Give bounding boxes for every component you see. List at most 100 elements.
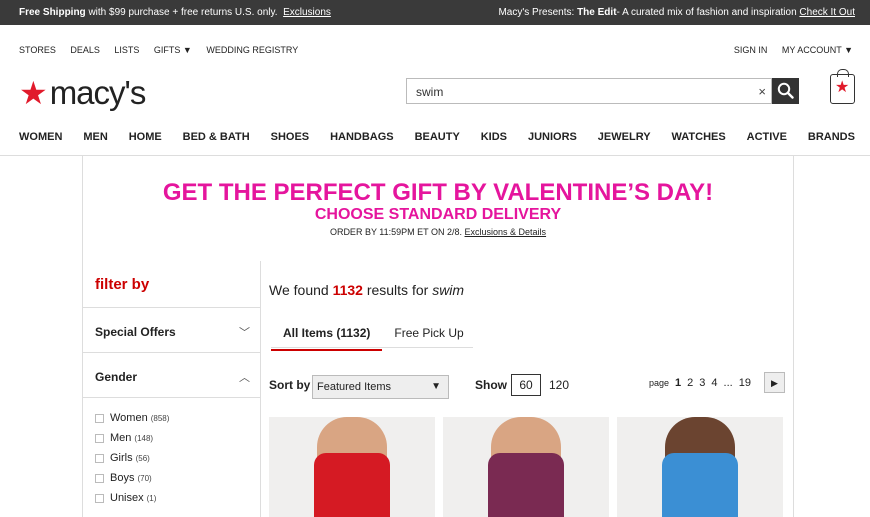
gender-option-boys[interactable]: Boys (70) xyxy=(95,468,169,488)
shipping-text: with $99 purchase + free returns U.S. on… xyxy=(85,7,278,18)
option-label: Boys xyxy=(110,472,135,484)
edit-bold: The Edit xyxy=(577,7,617,18)
lists-link[interactable]: LISTS xyxy=(114,45,139,55)
results-prefix: We found xyxy=(269,282,333,298)
gender-option-unisex[interactable]: Unisex (1) xyxy=(95,488,169,508)
chevron-down-icon: ﹀ xyxy=(239,327,250,339)
nav-home[interactable]: HOME xyxy=(129,131,162,145)
product-card-purple-swimsuit[interactable] xyxy=(443,417,609,517)
filter-by-heading: filter by xyxy=(95,276,150,293)
page-19-link[interactable]: 19 xyxy=(739,377,751,389)
show-label: Show xyxy=(475,378,507,392)
checkbox[interactable] xyxy=(95,473,104,483)
option-count: (70) xyxy=(137,473,152,483)
gifts-menu[interactable]: GIFTS ▼ xyxy=(154,45,192,55)
option-count: (148) xyxy=(134,433,154,443)
show-120-option[interactable]: 120 xyxy=(549,378,569,392)
filter-sidebar: filter by Special Offers ﹀ Gender ︿ Wome… xyxy=(83,261,261,517)
promo-details: ORDER BY 11:59PM ET ON 2/8. Exclusions &… xyxy=(83,227,793,237)
product-image-swimsuit xyxy=(662,453,738,517)
sign-in-link[interactable]: SIGN IN xyxy=(734,45,768,55)
sort-selected-value: Featured Items xyxy=(317,381,391,393)
dropdown-arrow-icon: ▼ xyxy=(431,381,441,392)
logo-wordmark: macy's xyxy=(49,74,147,111)
show-60-option[interactable]: 60 xyxy=(511,374,541,396)
page-label: page xyxy=(649,378,670,388)
search-button[interactable] xyxy=(772,78,799,104)
gender-option-men[interactable]: Men (148) xyxy=(95,428,169,448)
special-offers-facet[interactable]: Special Offers ﹀ xyxy=(95,324,250,340)
nav-shoes[interactable]: SHOES xyxy=(271,131,310,145)
checkbox[interactable] xyxy=(95,453,104,463)
promo-subheadline: CHOOSE STANDARD DELIVERY xyxy=(314,206,562,223)
sort-select[interactable]: Featured Items ▼ xyxy=(312,375,449,399)
results-middle: results for xyxy=(362,282,433,298)
page-4-link[interactable]: 4 xyxy=(711,377,717,389)
nav-juniors[interactable]: JUNIORS xyxy=(528,131,577,145)
stores-link[interactable]: STORES xyxy=(19,45,56,55)
option-count: (56) xyxy=(135,453,150,463)
gender-facet[interactable]: Gender ︿ xyxy=(95,369,250,385)
chevron-up-icon: ︿ xyxy=(239,372,250,384)
nav-beauty[interactable]: BEAUTY xyxy=(415,131,460,145)
sidebar-divider xyxy=(83,352,260,353)
macys-logo[interactable]: ★ macy's xyxy=(19,74,147,111)
edit-message: Macy's Presents: The Edit- A curated mix… xyxy=(498,7,855,18)
search-input[interactable]: swim × xyxy=(406,78,772,104)
deals-link[interactable]: DEALS xyxy=(70,45,100,55)
nav-watches[interactable]: WATCHES xyxy=(672,131,726,145)
option-count: (1) xyxy=(146,493,157,503)
promo-top-bar: Free Shipping with $99 purchase + free r… xyxy=(0,0,870,25)
product-image-swimsuit xyxy=(488,453,564,517)
main-category-nav: WOMEN MEN HOME BED & BATH SHOES HANDBAGS… xyxy=(19,131,855,145)
next-page-button[interactable]: ▶ xyxy=(764,372,785,393)
page-1-link[interactable]: 1 xyxy=(675,377,681,389)
exclusions-details-link[interactable]: Exclusions & Details xyxy=(465,227,547,237)
promo-headline: GET THE PERFECT GIFT BY VALENTINE’S DAY! xyxy=(162,179,714,206)
nav-women[interactable]: WOMEN xyxy=(19,131,62,145)
search-value: swim xyxy=(416,85,444,99)
page-2-link[interactable]: 2 xyxy=(687,377,693,389)
option-label: Girls xyxy=(110,452,133,464)
option-count: (858) xyxy=(150,413,170,423)
main-content: GET THE PERFECT GIFT BY VALENTINE’S DAY!… xyxy=(82,156,794,517)
gender-option-girls[interactable]: Girls (56) xyxy=(95,448,169,468)
results-summary: We found 1132 results for swim xyxy=(269,282,464,298)
nav-brands[interactable]: BRANDS xyxy=(808,131,855,145)
search-icon xyxy=(777,82,794,99)
option-label: Unisex xyxy=(110,492,144,504)
clear-search-icon[interactable]: × xyxy=(758,84,766,99)
my-account-menu[interactable]: MY ACCOUNT ▼ xyxy=(782,45,853,55)
shopping-bag-button[interactable]: ★ xyxy=(830,69,855,104)
nav-handbags[interactable]: HANDBAGS xyxy=(330,131,394,145)
nav-jewelry[interactable]: JEWELRY xyxy=(598,131,651,145)
shipping-message: Free Shipping with $99 purchase + free r… xyxy=(19,7,331,18)
product-card-blue-swimsuit[interactable] xyxy=(617,417,783,517)
checkbox[interactable] xyxy=(95,433,104,443)
option-label: Women xyxy=(110,412,148,424)
sort-by-label: Sort by xyxy=(269,378,311,392)
nav-kids[interactable]: KIDS xyxy=(481,131,507,145)
nav-bed-bath[interactable]: BED & BATH xyxy=(183,131,250,145)
exclusions-link[interactable]: Exclusions xyxy=(283,7,331,18)
product-card-red-swimsuit[interactable] xyxy=(269,417,435,517)
sidebar-divider xyxy=(83,307,260,308)
results-count: 1132 xyxy=(332,282,363,298)
promo-order-by: ORDER BY 11:59PM ET ON 2/8. xyxy=(329,227,462,237)
checkbox[interactable] xyxy=(95,493,104,503)
checkbox[interactable] xyxy=(95,413,104,423)
page-3-link[interactable]: 3 xyxy=(699,377,705,389)
star-icon: ★ xyxy=(19,75,48,111)
check-it-out-link[interactable]: Check It Out xyxy=(799,7,855,18)
utility-nav: STORES DEALS LISTS GIFTS ▼ WEDDING REGIS… xyxy=(19,45,853,59)
special-offers-label: Special Offers xyxy=(95,325,176,339)
valentines-promo-banner[interactable]: GET THE PERFECT GIFT BY VALENTINE’S DAY!… xyxy=(83,179,793,238)
nav-active[interactable]: ACTIVE xyxy=(747,131,787,145)
wedding-registry-link[interactable]: WEDDING REGISTRY xyxy=(206,45,298,55)
gender-option-women[interactable]: Women (858) xyxy=(95,408,169,428)
pagination: page 1 2 3 4 ... 19 xyxy=(649,377,757,389)
nav-men[interactable]: MEN xyxy=(83,131,107,145)
edit-text: Macy's Presents: xyxy=(498,7,578,18)
edit-text-2: - A curated mix of fashion and inspirati… xyxy=(616,7,800,18)
option-label: Men xyxy=(110,432,132,444)
